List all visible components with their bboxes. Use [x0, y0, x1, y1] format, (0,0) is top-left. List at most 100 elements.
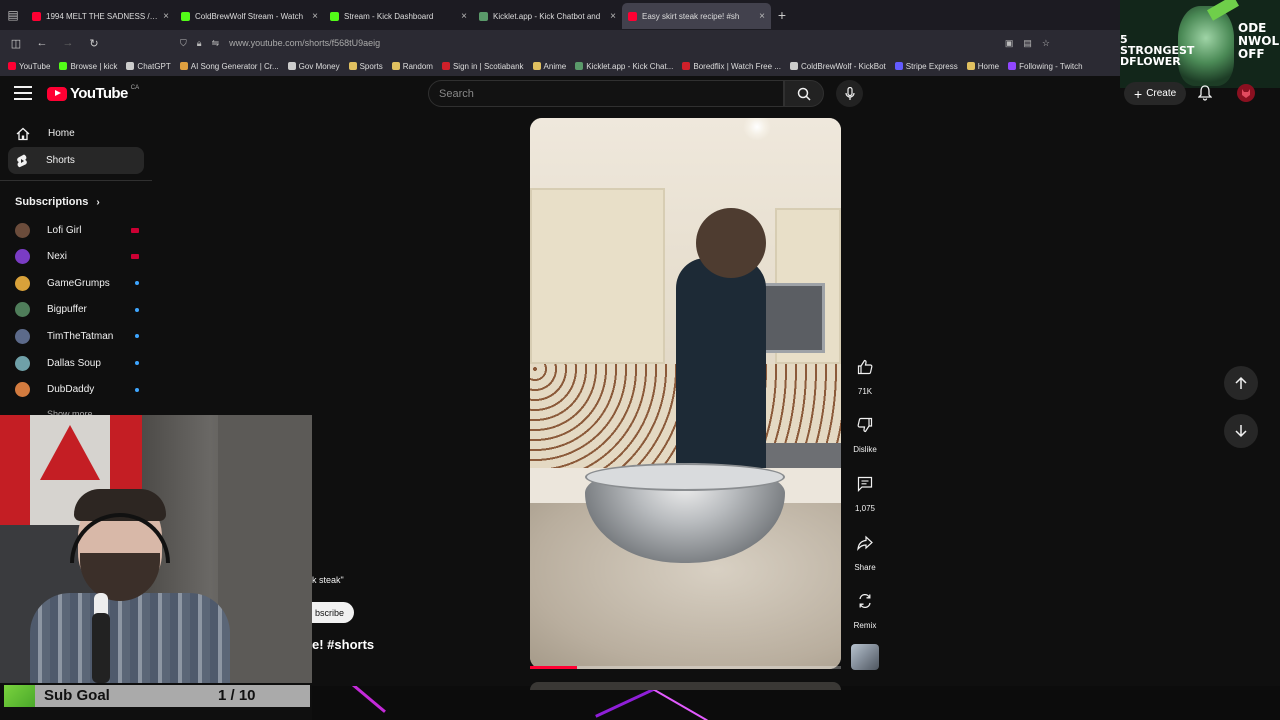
channel-thumbnail[interactable] [851, 644, 879, 670]
ad-right-text: ODE NWOLF OFF [1238, 21, 1280, 61]
channel-avatar [15, 222, 30, 238]
sidebar-subscription-item[interactable]: Dallas Soup [15, 353, 139, 373]
bookmark-item[interactable]: Kicklet.app - Kick Chat... [575, 62, 673, 71]
bookmark-favicon-icon [1008, 62, 1017, 70]
subscriptions-heading[interactable]: Subscriptions › [15, 196, 100, 208]
close-tab-icon[interactable]: × [163, 11, 169, 22]
browser-tab[interactable]: Easy skirt steak recipe! #sh × [622, 3, 771, 29]
notifications-bell-icon[interactable] [1198, 85, 1212, 101]
bookmark-item[interactable]: Following - Twitch [1008, 61, 1083, 71]
chevron-right-icon: › [96, 196, 100, 208]
previous-short-button[interactable] [1224, 366, 1258, 400]
bookmark-item[interactable]: Random [391, 62, 433, 71]
tab-list-icon[interactable]: ▤ [0, 0, 26, 30]
bookmark-favicon-icon [441, 62, 450, 70]
next-short-preview[interactable] [530, 682, 841, 690]
bookmark-item[interactable]: AI Song Generator | Cr... [179, 62, 279, 71]
channel-avatar [15, 382, 30, 398]
bookmark-item[interactable]: Home [966, 62, 999, 71]
sidebar-subscription-item[interactable]: Lofi Girl [15, 220, 139, 240]
browser-tab[interactable]: Kicklet.app - Kick Chatbot and × [473, 3, 622, 29]
comments-count: 1,075 [854, 504, 876, 513]
arrow-down-icon [1235, 425, 1247, 438]
streamer-person [30, 489, 230, 683]
webcam-door [218, 415, 312, 683]
picture-in-picture-icon[interactable]: ▣ [1005, 38, 1014, 49]
url-text[interactable]: www.youtube.com/shorts/f568tU9aeig [229, 38, 380, 48]
share-icon [857, 535, 873, 551]
bookmark-label: Following - Twitch [1019, 61, 1083, 71]
bookmark-item[interactable]: YouTube [8, 62, 50, 71]
sidebar-toggle-icon[interactable]: ◫ [8, 37, 24, 50]
browser-tab[interactable]: 1994 MELT THE SADNESS // D × [26, 3, 175, 29]
wolf-avatar-icon [1242, 89, 1250, 98]
share-button[interactable]: Share [848, 528, 882, 572]
new-content-dot-icon [135, 307, 139, 312]
next-short-button[interactable] [1224, 414, 1258, 448]
close-tab-icon[interactable]: × [461, 11, 467, 22]
close-tab-icon[interactable]: × [610, 11, 616, 22]
sidebar-item-shorts[interactable]: Shorts [8, 147, 144, 174]
bookmark-favicon-icon [682, 62, 691, 70]
back-button[interactable]: ← [34, 37, 50, 49]
new-tab-button[interactable]: + [771, 7, 793, 23]
sidebar-item-home[interactable]: Home [8, 120, 144, 147]
close-tab-icon[interactable]: × [312, 11, 318, 22]
subscription-name: Lofi Girl [47, 224, 82, 236]
account-avatar[interactable] [1237, 84, 1255, 102]
tab-favicon-icon [479, 11, 488, 21]
channel-avatar [15, 328, 30, 344]
bookmark-label: YouTube [19, 61, 51, 71]
youtube-logo[interactable]: YouTube CA [47, 85, 139, 102]
plus-icon: + [1134, 85, 1143, 102]
search-placeholder: Search [439, 87, 474, 100]
bookmark-favicon-icon [894, 62, 903, 70]
bookmark-item[interactable]: Boredflix | Watch Free ... [682, 62, 781, 71]
sidebar-subscription-item[interactable]: Bigpuffer [15, 300, 139, 320]
bookmark-item[interactable]: ChatGPT [126, 62, 171, 71]
streamer-webcam [0, 415, 312, 683]
sidebar-subscription-item[interactable]: DubDaddy [15, 380, 139, 400]
create-button[interactable]: + Create [1124, 82, 1187, 105]
comment-icon [857, 476, 873, 492]
subscribe-button[interactable]: bscribe [312, 602, 354, 623]
reload-button[interactable]: ↻ [86, 37, 102, 50]
sidebar-subscription-item[interactable]: Nexi [15, 247, 139, 267]
sidebar-subscription-item[interactable]: TimTheTatman [15, 326, 139, 346]
bookmark-item[interactable]: ColdBrewWolf - KickBot [789, 62, 886, 71]
search-input[interactable]: Search [428, 80, 784, 107]
bookmark-item[interactable]: Sports [348, 62, 383, 71]
sub-goal-bar: Sub Goal 1 / 10 [4, 685, 310, 707]
voice-search-button[interactable] [836, 80, 863, 107]
sidebar-subscription-item[interactable]: GameGrumps [15, 273, 139, 293]
close-tab-icon[interactable]: × [759, 11, 765, 22]
comments-button[interactable]: 1,075 [848, 469, 882, 513]
forward-button[interactable]: → [60, 37, 76, 49]
microphone-icon [844, 86, 855, 100]
channel-avatar [15, 275, 30, 291]
bookmark-favicon-icon [59, 62, 68, 70]
bookmark-item[interactable]: Anime [532, 61, 567, 71]
remix-button[interactable]: Remix [848, 586, 882, 630]
bookmark-item[interactable]: Sign in | Scotiabank [441, 62, 524, 71]
menu-icon[interactable] [14, 86, 32, 100]
video-progress-bar[interactable] [530, 666, 841, 669]
tab-title: Kicklet.app - Kick Chatbot and [493, 11, 601, 21]
browser-tab[interactable]: Stream - Kick Dashboard × [324, 3, 473, 29]
ceiling-light [742, 118, 772, 140]
youtube-header: YouTube CA Search + Create [0, 76, 1280, 112]
bookmark-item[interactable]: Stripe Express [894, 62, 958, 71]
screenshot-icon[interactable]: ▤ [1023, 38, 1032, 49]
browser-tab[interactable]: ColdBrewWolf Stream - Watch × [175, 3, 324, 29]
search-button[interactable] [784, 80, 824, 107]
short-video-player[interactable] [530, 118, 841, 669]
bookmark-favicon-icon [789, 62, 798, 70]
bookmark-label: Anime [543, 61, 567, 71]
bookmark-item[interactable]: Browse | kick [59, 62, 117, 71]
bookmark-star-icon[interactable]: ☆ [1042, 38, 1050, 49]
shorts-icon [17, 154, 27, 167]
address-bar[interactable]: ⛉ 🔒︎ ⇋ www.youtube.com/shorts/f568tU9aei… [180, 34, 1050, 52]
bookmark-item[interactable]: Gov Money [287, 62, 340, 71]
like-button[interactable]: 71K [848, 352, 882, 396]
dislike-button[interactable]: Dislike [848, 410, 882, 454]
